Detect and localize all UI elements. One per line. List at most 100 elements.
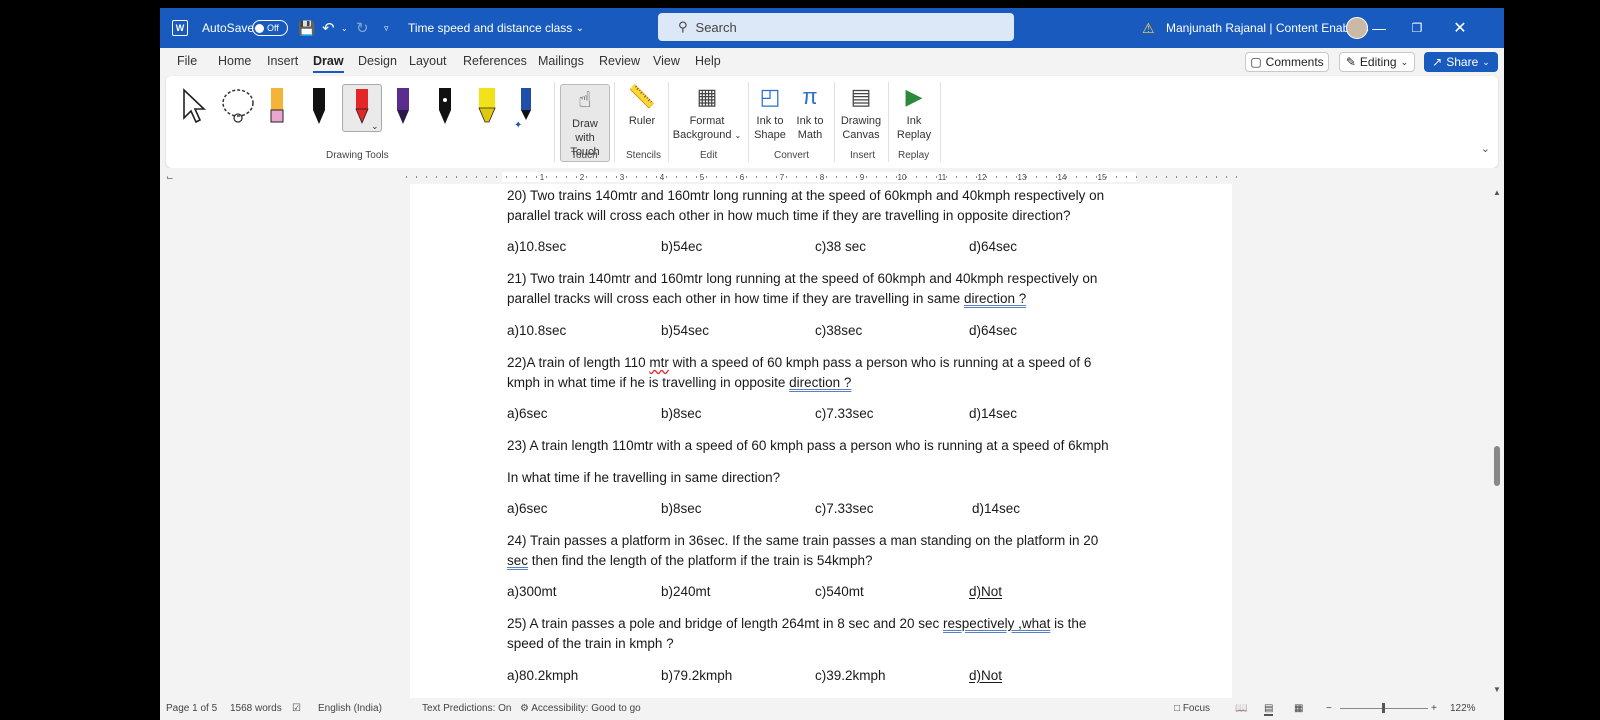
ruler-tick (1146, 176, 1147, 178)
q24-line-2-text: then find the length of the platform if … (528, 553, 873, 568)
tab-view[interactable]: View (653, 54, 680, 68)
eraser-pen-icon[interactable] (264, 86, 290, 126)
vertical-scrollbar[interactable]: ▲ ▼ (1490, 184, 1504, 698)
highlighter-yellow-icon[interactable] (472, 86, 498, 126)
focus-icon: □ (1174, 703, 1181, 714)
close-button[interactable]: ✕ (1445, 8, 1475, 48)
q24-option-b: b)240mt (661, 584, 711, 599)
search-box[interactable]: ⚲ Search (658, 13, 1014, 41)
tab-mailings[interactable]: Mailings (538, 54, 584, 68)
select-arrow-icon[interactable] (178, 86, 207, 126)
q22-misspelled-word[interactable]: mtr (649, 355, 669, 370)
document-area: 20) Two trains 140mtr and 160mtr long ru… (160, 184, 1504, 698)
page-count[interactable]: Page 1 of 5 (166, 703, 217, 714)
share-button[interactable]: ↗ Share ⌄ (1424, 52, 1498, 72)
web-layout-icon[interactable]: ▦ (1294, 703, 1303, 714)
collapse-ribbon-icon[interactable]: ⌄ (1481, 142, 1490, 155)
q21-flagged-word[interactable]: direction ? (964, 291, 1026, 306)
tab-design[interactable]: Design (358, 54, 397, 68)
pencil-icon: ✎ (1345, 55, 1356, 69)
tab-references[interactable]: References (463, 54, 527, 68)
word-app-icon[interactable]: W (170, 8, 190, 48)
ink-replay-button[interactable]: ▶ Ink Replay (894, 84, 934, 142)
tab-home[interactable]: Home (218, 54, 251, 68)
language[interactable]: English (India) (318, 703, 382, 714)
zoom-slider[interactable] (1340, 703, 1428, 713)
ruler-tick (1066, 176, 1067, 178)
comments-button[interactable]: ▢ Comments (1245, 52, 1329, 72)
proofing-icon[interactable]: ☑ (292, 703, 301, 714)
undo-icon[interactable]: ↶ (322, 8, 335, 48)
zoom-in-icon[interactable]: + (1431, 703, 1437, 714)
undo-dropdown-icon[interactable]: ⌄ (341, 8, 348, 48)
zoom-out-icon[interactable]: − (1326, 703, 1332, 714)
tab-review[interactable]: Review (599, 54, 640, 68)
q22-line-2-text: kmph in what time if he is travelling in… (507, 375, 790, 390)
document-title[interactable]: Time speed and distance class ⌄ (408, 8, 584, 48)
text-predictions[interactable]: Text Predictions: On (422, 703, 511, 714)
title-bar: W AutoSave Off 💾 ↶ ⌄ ↻ ▿ Time speed and … (160, 8, 1504, 48)
scroll-down-icon[interactable]: ▼ (1493, 685, 1501, 694)
zoom-level[interactable]: 122% (1450, 703, 1476, 714)
minimize-button[interactable]: — (1364, 8, 1394, 48)
pen-galaxy-icon[interactable]: ✦ (512, 86, 538, 131)
editing-mode-button[interactable]: ✎ Editing ⌄ (1339, 52, 1415, 72)
zoom-slider-thumb[interactable] (1382, 703, 1385, 713)
drawing-canvas-button[interactable]: ▤ Drawing Canvas (838, 84, 884, 142)
ink-to-shape-button[interactable]: ◰ Ink to Shape (752, 84, 788, 142)
replay-group-label: Replay (898, 150, 930, 161)
ruler-tick (986, 176, 987, 178)
ruler-tick (766, 176, 767, 178)
autosave-toggle[interactable]: Off (252, 8, 288, 48)
ruler-number: 14 (1058, 173, 1067, 182)
q23-line-1: 23) A train length 110mtr with a speed o… (507, 438, 1109, 453)
tab-file[interactable]: File (177, 54, 197, 68)
format-background-button[interactable]: ▦ Format Background ⌄ (672, 84, 742, 143)
tab-draw[interactable]: Draw (313, 54, 344, 73)
ruler-button[interactable]: 📏 Ruler (622, 84, 662, 128)
ruler-number: 1 (540, 173, 545, 182)
q25-option-d: d)Not (969, 668, 1003, 683)
ruler-number: 11 (938, 173, 947, 182)
tab-layout[interactable]: Layout (409, 54, 447, 68)
ruler-number: 6 (740, 173, 745, 182)
save-icon[interactable]: 💾 (298, 8, 315, 48)
tab-stop-selector-icon[interactable]: ⌙ (166, 172, 174, 183)
restore-button[interactable]: ❐ (1402, 8, 1432, 48)
q21-line-2: parallel tracks will cross each other in… (507, 291, 1026, 306)
warning-icon[interactable]: ⚠ (1142, 8, 1155, 48)
pen-red-selected[interactable]: ⌄ (342, 84, 382, 132)
ink-to-math-label-1: Ink to (796, 115, 824, 127)
q25-flagged-word[interactable]: respectively ,what (943, 616, 1050, 631)
ink-to-math-button[interactable]: π Ink to Math (792, 84, 828, 142)
pen-purple-icon[interactable] (390, 86, 416, 126)
lasso-select-icon[interactable] (218, 86, 258, 126)
q20-option-b: b)54ec (661, 239, 703, 254)
horizontal-ruler[interactable]: 1 2 3 4 5 6 7 8 9 10 11 12 13 14 15 (406, 171, 1238, 183)
ruler-tick (636, 176, 637, 178)
q22-flagged-word[interactable]: direction ? (789, 375, 851, 390)
q24-flagged-word[interactable]: sec (507, 553, 528, 568)
ruler-tick (436, 176, 437, 178)
accessibility-status[interactable]: ⚙ Accessibility: Good to go (520, 703, 641, 714)
print-layout-icon[interactable]: ▤ (1264, 703, 1274, 716)
user-name[interactable]: Manjunath Rajanal | Content Enablers (1166, 8, 1369, 48)
document-page[interactable]: 20) Two trains 140mtr and 160mtr long ru… (410, 184, 1232, 698)
ruler-tick (1186, 176, 1187, 178)
tab-help[interactable]: Help (695, 54, 721, 68)
focus-mode[interactable]: □ Focus (1174, 703, 1210, 714)
customize-qat-icon[interactable]: ▿ (384, 8, 389, 48)
redo-icon[interactable]: ↻ (356, 8, 369, 48)
ruler-tick (546, 176, 547, 178)
scroll-up-icon[interactable]: ▲ (1493, 188, 1501, 197)
ruler-tick (996, 176, 997, 178)
pen-black-2-icon[interactable] (432, 86, 458, 126)
ruler-tick (576, 176, 577, 178)
read-mode-icon[interactable]: 📖 (1235, 703, 1247, 714)
word-count[interactable]: 1568 words (230, 703, 282, 714)
q25-option-b: b)79.2kmph (661, 668, 733, 683)
scrollbar-thumb[interactable] (1494, 446, 1500, 486)
tab-insert[interactable]: Insert (267, 54, 298, 68)
q23-option-a: a)6sec (507, 501, 548, 516)
pen-black-icon[interactable] (306, 86, 332, 126)
